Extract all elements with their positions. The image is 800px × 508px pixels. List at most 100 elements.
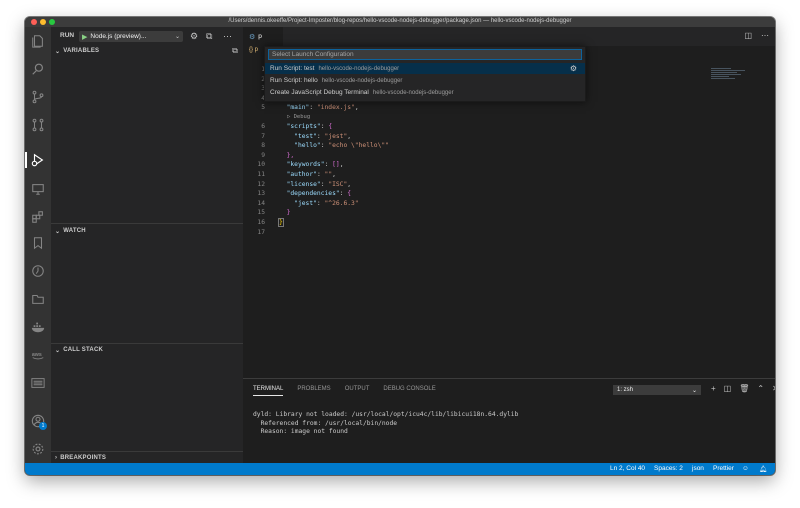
quick-pick-item-desc: hello-vscode-nodejs-debugger [318, 65, 400, 72]
tab-debug-console[interactable]: DEBUG CONSOLE [383, 386, 435, 396]
search-icon[interactable] [30, 61, 46, 77]
code-line: 8 "hello": "echo \"hello\"" [243, 141, 775, 151]
launch-config-quick-pick: Select Launch Configuration Run Script: … [264, 46, 586, 102]
editor-tab-bar: ⚙ p ◫ ⋯ [243, 27, 775, 46]
source-control-icon[interactable] [30, 89, 46, 105]
watch-section-title: WATCH [63, 228, 86, 234]
watch-section-header[interactable]: ⌄ WATCH [51, 225, 243, 237]
git-graph-icon[interactable] [30, 117, 46, 133]
terminal-select-value: 1: zsh [617, 387, 634, 393]
quick-pick-item-label: Create JavaScript Debug Terminal [270, 89, 369, 96]
folder-icon[interactable] [30, 291, 46, 307]
quick-pick-input[interactable]: Select Launch Configuration [268, 49, 582, 60]
indentation[interactable]: Spaces: 2 [654, 465, 683, 472]
tab-label: p [258, 33, 262, 40]
window-title: /Users/dennis.okeeffe/Project-Imposter/b… [228, 18, 572, 24]
maximize-panel-icon[interactable]: ⌃ [757, 384, 764, 393]
debug-console-icon[interactable]: ⧉ [206, 31, 212, 41]
panel-tabs: TERMINAL PROBLEMS OUTPUT DEBUG CONSOLE [253, 386, 436, 396]
configure-gear-icon[interactable]: ⚙ [570, 64, 577, 73]
tab-terminal[interactable]: TERMINAL [253, 386, 284, 396]
bottom-panel: TERMINAL PROBLEMS OUTPUT DEBUG CONSOLE 1… [243, 378, 775, 463]
terminal-select[interactable]: 1: zsh ⌄ [613, 385, 701, 395]
open-launch-json-gear-icon[interactable]: ⚙ [190, 31, 198, 41]
variables-section-header[interactable]: ⌄ VARIABLES ⧉ [51, 45, 243, 57]
settings-gear-icon[interactable] [30, 441, 46, 457]
line-text: "author": "", [286, 171, 336, 178]
tab-package-json[interactable]: ⚙ p [243, 27, 283, 46]
line-number: 11 [257, 171, 265, 178]
line-number: 6 [261, 123, 265, 130]
prettier-status[interactable]: Prettier [713, 465, 734, 472]
close-panel-icon[interactable]: ✕ [772, 384, 775, 393]
code-line: 6 "scripts": { [243, 122, 775, 132]
breadcrumb[interactable]: {} p [249, 47, 258, 53]
account-icon[interactable]: 1 [30, 413, 47, 430]
line-number: 4 [243, 94, 265, 104]
editor-actions: ◫ ⋯ [744, 31, 769, 40]
extensions-icon[interactable] [30, 209, 46, 225]
line-text: "test": "jest", [294, 132, 352, 140]
bell-icon[interactable]: 🔔︎ [759, 465, 767, 473]
code-line: 11 "author": "", [243, 170, 775, 180]
split-editor-icon[interactable]: ◫ [744, 31, 752, 40]
call-stack-section-title: CALL STACK [63, 347, 104, 353]
launch-config-name: Node.js (preview)... [90, 33, 147, 40]
line-number: 7 [261, 132, 265, 140]
code-line: 15 } [243, 208, 775, 218]
call-stack-section-header[interactable]: ⌄ CALL STACK [51, 344, 243, 356]
variables-section-title: VARIABLES [63, 48, 100, 54]
tab-output[interactable]: OUTPUT [345, 386, 370, 396]
debug-codelens[interactable]: ▷ Debug [287, 113, 310, 121]
line-number: 17 [257, 228, 265, 236]
activity-bar: aws 1 [25, 27, 51, 463]
line-text: } [286, 209, 291, 217]
json-icon[interactable] [30, 375, 46, 391]
code-line: 10 "keywords": [], [243, 160, 775, 170]
quick-pick-item[interactable]: Run Script: hello hello-vscode-nodejs-de… [265, 75, 585, 86]
new-terminal-icon[interactable]: + [711, 384, 716, 393]
quick-pick-item[interactable]: Run Script: test hello-vscode-nodejs-deb… [265, 63, 585, 74]
chevron-down-icon: ⌄ [691, 387, 697, 394]
chevron-down-icon: ⌄ [55, 48, 61, 55]
line-text: "scripts": { [286, 123, 333, 130]
code-line: 17 [243, 228, 775, 238]
account-badge: 1 [39, 422, 47, 430]
gear-icon: ⚙ [249, 33, 256, 41]
cursor-position[interactable]: Ln 2, Col 40 [610, 465, 645, 472]
line-number: 10 [257, 161, 265, 169]
launch-config-dropdown[interactable]: ▶ Node.js (preview)... ⌄ [79, 31, 183, 42]
quick-pick-item[interactable]: Create JavaScript Debug Terminal hello-v… [265, 87, 585, 98]
tab-problems[interactable]: PROBLEMS [297, 386, 330, 396]
explorer-icon[interactable] [30, 33, 46, 49]
line-text: "keywords": [], [286, 161, 344, 169]
debug-sidebar: RUN ▶ Node.js (preview)... ⌄ ⚙ ⧉ ⋯ ⌄ VAR… [51, 27, 243, 468]
run-toolbar: RUN ▶ Node.js (preview)... ⌄ ⚙ ⧉ ⋯ [51, 27, 243, 45]
line-number: 13 [257, 190, 265, 198]
more-actions-icon[interactable]: ⋯ [223, 31, 232, 41]
timeline-icon[interactable] [30, 263, 46, 279]
line-text: "hello": "echo \"hello\"" [294, 142, 389, 150]
feedback-icon[interactable]: ☺ [742, 465, 749, 472]
active-indicator [25, 152, 27, 168]
chevron-right-icon: › [55, 454, 58, 461]
line-number: 2 [243, 75, 265, 85]
language-mode[interactable]: json [692, 465, 704, 472]
run-debug-icon[interactable] [30, 152, 46, 168]
line-number: 14 [257, 199, 265, 207]
minimap[interactable] [711, 67, 761, 97]
quick-pick-item-desc: hello-vscode-nodejs-debugger [321, 77, 403, 84]
trash-icon[interactable]: 🗑 [739, 384, 749, 393]
line-number: 15 [257, 209, 265, 217]
breakpoints-section-header[interactable]: › BREAKPOINTS [51, 451, 243, 463]
split-terminal-icon[interactable]: ◫ [724, 384, 732, 393]
more-actions-icon[interactable]: ⋯ [761, 31, 769, 40]
remote-explorer-icon[interactable] [30, 181, 46, 197]
aws-icon[interactable]: aws [30, 347, 46, 363]
start-debug-icon[interactable]: ▶ [82, 33, 87, 41]
terminal-output[interactable]: dyld: Library not loaded: /usr/local/opt… [253, 411, 518, 437]
collapse-all-icon[interactable]: ⧉ [232, 46, 238, 56]
chevron-down-icon: ⌄ [55, 347, 61, 354]
bookmarks-icon[interactable] [30, 235, 46, 251]
docker-icon[interactable] [30, 319, 46, 335]
